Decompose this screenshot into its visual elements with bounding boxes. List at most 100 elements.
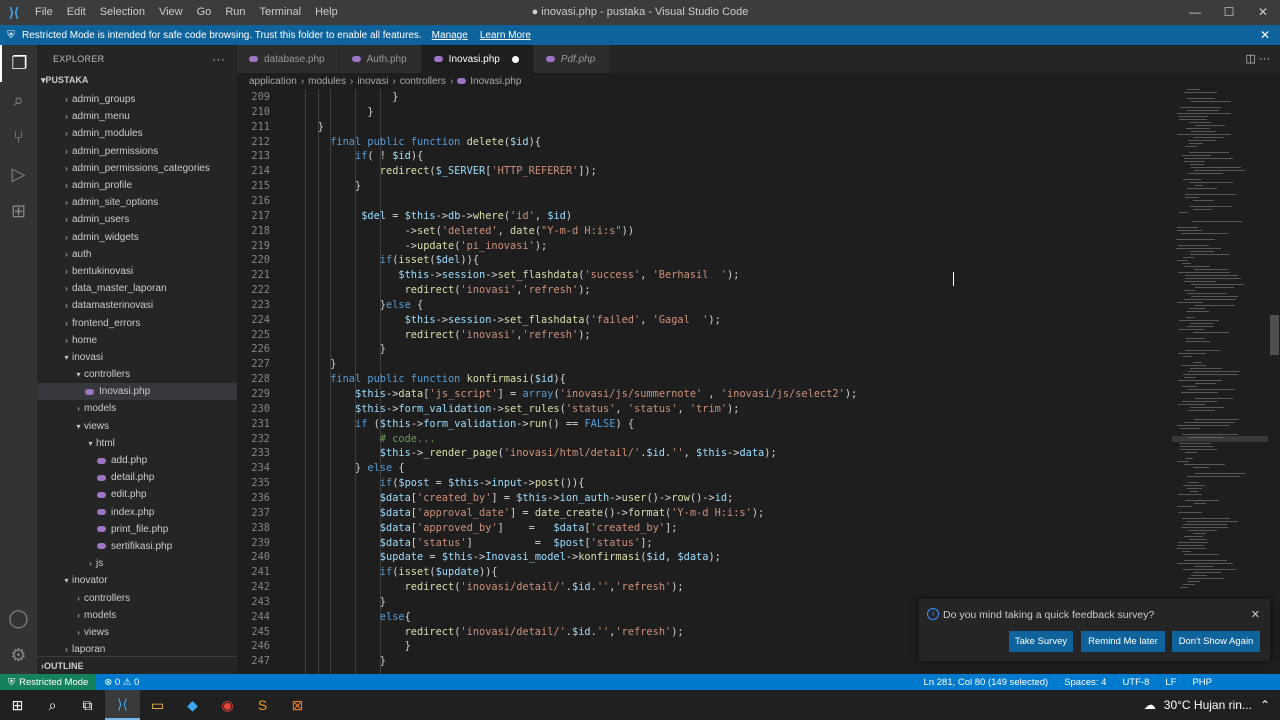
account-icon[interactable]: ◯	[0, 600, 37, 637]
more-actions-icon[interactable]: ···	[212, 52, 225, 66]
search-icon[interactable]: ⌕	[0, 82, 37, 119]
code-line[interactable]: 224 $this->session->set_flashdata('failed…	[237, 314, 1172, 329]
manage-link[interactable]: Manage	[432, 30, 468, 41]
code-line[interactable]: 209}	[237, 91, 1172, 106]
file-item[interactable]: index.php	[37, 504, 237, 521]
code-editor[interactable]: 209} 210} 211} 212 final public function del…	[237, 89, 1172, 674]
close-window-icon[interactable]: ✕	[1246, 0, 1280, 25]
code-line[interactable]: 211}	[237, 121, 1172, 136]
code-line[interactable]: 229 $this->data['js_script'] = array('ino…	[237, 388, 1172, 403]
folder-item[interactable]: ▾ inovator	[37, 572, 237, 589]
menu-item-file[interactable]: File	[28, 0, 60, 25]
search-icon[interactable]: ⌕	[35, 690, 70, 720]
code-line[interactable]: 210}	[237, 106, 1172, 121]
file-item[interactable]: print_file.php	[37, 521, 237, 538]
tab-database[interactable]: database.php	[237, 45, 340, 73]
language-mode-status[interactable]: PHP	[1184, 677, 1220, 688]
breadcrumb-item[interactable]: application	[249, 76, 297, 87]
folder-item[interactable]: › datamasterinovasi	[37, 297, 237, 314]
code-line[interactable]: 237 $data['approval_date'] = date_create(…	[237, 507, 1172, 522]
folder-item[interactable]: › bentukinovasi	[37, 263, 237, 280]
restricted-mode-status[interactable]: ⛨ Restricted Mode	[0, 674, 97, 690]
dont-show-again-button[interactable]: Don't Show Again	[1172, 631, 1260, 652]
close-icon[interactable]: ✕	[1251, 608, 1260, 621]
code-line[interactable]: 222 redirect('inovasi','refresh');	[237, 284, 1172, 299]
cursor-position-status[interactable]: Ln 281, Col 80 (149 selected)	[916, 677, 1057, 688]
scrollbar-thumb[interactable]	[1270, 315, 1279, 355]
vertical-scrollbar[interactable]	[1268, 89, 1280, 674]
code-line[interactable]: 242 redirect('inovasi/detail/'.$id.'','re…	[237, 581, 1172, 596]
folder-item[interactable]: › views	[37, 624, 237, 641]
code-line[interactable]: 231 if ($this->form_validation->run() == …	[237, 418, 1172, 433]
unsaved-dot-icon[interactable]	[511, 55, 519, 63]
code-line[interactable]: 219 ->update('pi_inovasi');	[237, 240, 1172, 255]
outline-section[interactable]: › OUTLINE	[37, 656, 237, 674]
code-line[interactable]: 230 $this->form_validation->set_rules('st…	[237, 403, 1172, 418]
menu-item-selection[interactable]: Selection	[93, 0, 152, 25]
folder-item[interactable]: › admin_profile	[37, 177, 237, 194]
folder-item[interactable]: › admin_widgets	[37, 229, 237, 246]
code-line[interactable]: 228 final public function konfirmasi($id)…	[237, 373, 1172, 388]
menu-item-edit[interactable]: Edit	[60, 0, 93, 25]
extensions-icon[interactable]: ⊞	[0, 193, 37, 230]
tab-pdf[interactable]: Pdf.php	[533, 45, 611, 73]
menu-item-go[interactable]: Go	[190, 0, 219, 25]
app-taskbar-icon[interactable]: ◆	[175, 690, 210, 720]
take-survey-button[interactable]: Take Survey	[1009, 631, 1073, 652]
code-line[interactable]: 235 if($post = $this->input->post()){	[237, 477, 1172, 492]
folder-item[interactable]: › js	[37, 555, 237, 572]
close-icon[interactable]: ✕	[1260, 28, 1270, 42]
minimize-icon[interactable]: —	[1178, 0, 1212, 25]
encoding-status[interactable]: UTF-8	[1114, 677, 1157, 688]
folder-item[interactable]: › admin_site_options	[37, 194, 237, 211]
code-line[interactable]: 241 if(isset($update)){	[237, 566, 1172, 581]
folder-item[interactable]: › admin_menu	[37, 108, 237, 125]
folder-item[interactable]: › controllers	[37, 589, 237, 606]
code-line[interactable]: 215}	[237, 180, 1172, 195]
folder-item[interactable]: › data_master_laporan	[37, 280, 237, 297]
code-line[interactable]: 227}	[237, 358, 1172, 373]
code-line[interactable]: 220 if(isset($del)){	[237, 254, 1172, 269]
learn-more-link[interactable]: Learn More	[480, 30, 531, 41]
remind-me-later-button[interactable]: Remind Me later	[1081, 631, 1165, 652]
folder-item[interactable]: ▾ views	[37, 418, 237, 435]
code-line[interactable]: 232 # code...	[237, 433, 1172, 448]
run-debug-icon[interactable]: ▷	[0, 156, 37, 193]
folder-item[interactable]: › auth	[37, 246, 237, 263]
breadcrumb-item[interactable]: modules	[308, 76, 346, 87]
chrome-icon[interactable]: ◉	[210, 690, 245, 720]
code-line[interactable]: 223}else {	[237, 299, 1172, 314]
file-item[interactable]: Inovasi.php	[37, 383, 237, 401]
folder-item[interactable]: › models	[37, 400, 237, 417]
breadcrumb-item[interactable]: inovasi	[357, 76, 388, 87]
sublime-text-icon[interactable]: S	[245, 690, 280, 720]
code-line[interactable]: 221 $this->session->set_flashdata('succe…	[237, 269, 1172, 284]
problems-status[interactable]: ⊗ 0 ⚠ 0	[96, 677, 147, 688]
indentation-status[interactable]: Spaces: 4	[1056, 677, 1114, 688]
minimap[interactable]	[1172, 89, 1268, 674]
folder-item[interactable]: › frontend_errors	[37, 314, 237, 331]
folder-item[interactable]: ▾ controllers	[37, 366, 237, 383]
gear-icon[interactable]: ⚙	[0, 637, 37, 674]
task-view-icon[interactable]: ⧉	[70, 690, 105, 720]
vscode-taskbar-icon[interactable]: ⟩⟨	[105, 690, 140, 720]
code-line[interactable]: 226}	[237, 343, 1172, 358]
file-item[interactable]: add.php	[37, 452, 237, 469]
menu-item-terminal[interactable]: Terminal	[253, 0, 309, 25]
code-line[interactable]: 236 $data['created_by'] = $this->ion_auth…	[237, 492, 1172, 507]
code-line[interactable]: 218 ->set('deleted', date("Y-m-d H:i:s"))	[237, 225, 1172, 240]
file-explorer-icon[interactable]: ▭	[140, 690, 175, 720]
explorer-icon[interactable]: ❐	[0, 45, 37, 82]
folder-item[interactable]: › admin_groups	[37, 91, 237, 108]
code-line[interactable]: 213 if( ! $id){	[237, 150, 1172, 165]
folder-item[interactable]: › admin_permissions	[37, 143, 237, 160]
breadcrumb-item[interactable]: Inovasi.php	[470, 76, 521, 87]
split-editor-icon[interactable]: ◫ ···	[1246, 52, 1270, 65]
xampp-icon[interactable]: ⊠	[280, 690, 315, 720]
tab-inovasi[interactable]: Inovasi.php	[421, 45, 534, 73]
folder-item[interactable]: ▾ html	[37, 435, 237, 452]
code-line[interactable]: 212 final public function delete($id){	[237, 136, 1172, 151]
folder-item[interactable]: › home	[37, 332, 237, 349]
code-line[interactable]: 217 $del = $this->db->where('id', $id)	[237, 210, 1172, 225]
menu-item-view[interactable]: View	[152, 0, 190, 25]
